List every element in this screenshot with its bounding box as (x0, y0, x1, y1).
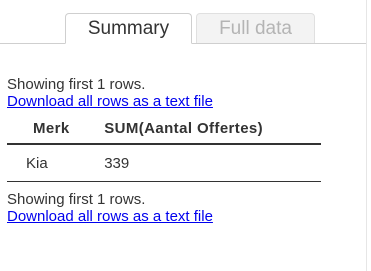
tab-summary[interactable]: Summary (65, 13, 192, 44)
table-row: Kia 339 (7, 144, 321, 182)
download-all-rows-link[interactable]: Download all rows as a text file (7, 93, 213, 110)
panel-divider (366, 0, 367, 271)
table-header-row: Merk SUM(Aantal Offertes) (7, 116, 321, 145)
bottom-note-block: Showing first 1 rows. Download all rows … (7, 191, 337, 226)
summary-content: Showing first 1 rows. Download all rows … (7, 76, 337, 226)
rows-shown-note: Showing first 1 rows. (7, 76, 146, 93)
table-cell-merk: Kia (7, 144, 97, 182)
column-header-sum-aantal-offertes: SUM(Aantal Offertes) (96, 116, 321, 145)
download-link-wrapper-bottom: Download all rows as a text file (7, 208, 337, 226)
tab-full-data[interactable]: Full data (196, 13, 315, 43)
column-header-merk: Merk (7, 116, 97, 145)
download-link-wrapper: Download all rows as a text file (7, 93, 337, 111)
table-cell-sum: 339 (96, 144, 321, 182)
results-panel: Summary Full data Showing first 1 rows. … (0, 0, 371, 271)
download-all-rows-link-bottom[interactable]: Download all rows as a text file (7, 208, 213, 225)
rows-shown-note-bottom: Showing first 1 rows. (7, 191, 146, 208)
results-table: Merk SUM(Aantal Offertes) Kia 339 (7, 116, 321, 182)
